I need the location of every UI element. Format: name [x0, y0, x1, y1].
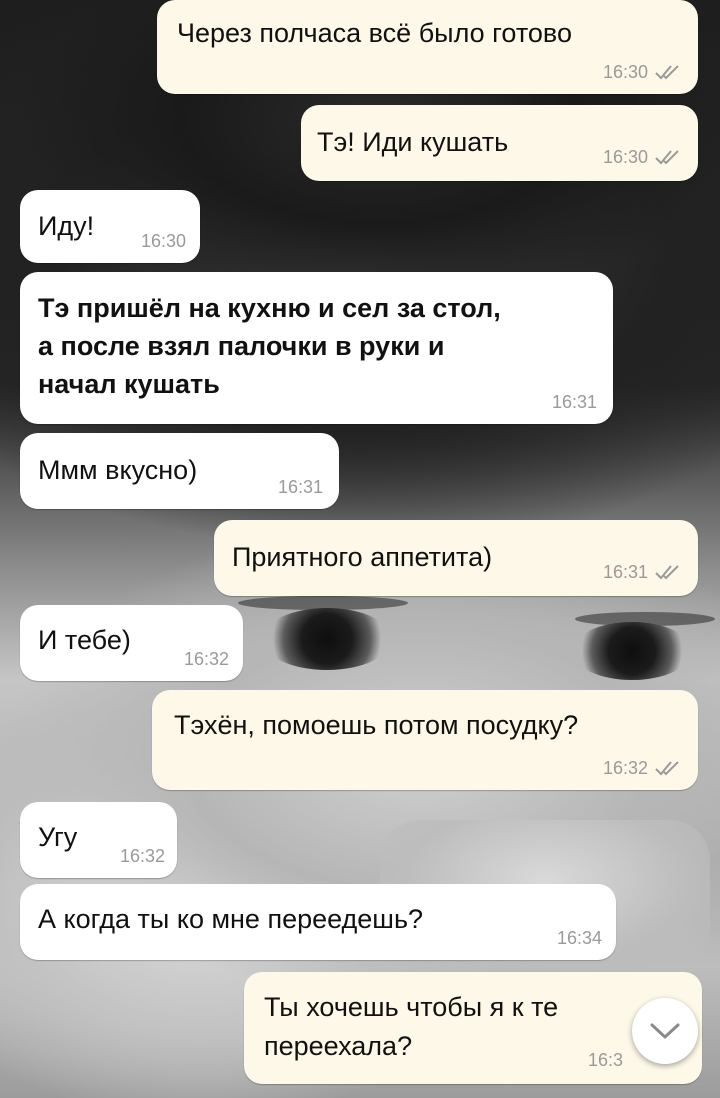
scroll-to-bottom-button[interactable]: [632, 998, 698, 1064]
message-time: 16:31: [551, 392, 597, 412]
message-bubble-outgoing[interactable]: Приятного аппетита) 16:31: [214, 520, 698, 596]
message-text: И тебе): [38, 625, 131, 655]
message-text: Через полчаса всё было готово: [177, 18, 572, 48]
message-bubble-incoming[interactable]: Ммм вкусно) 16:31: [20, 433, 339, 509]
read-double-check-icon: [655, 65, 679, 80]
message-text: Приятного аппетита): [232, 542, 493, 572]
message-text: Тэхён, помоешь потом посудку?: [174, 710, 579, 740]
message-meta: 16:3: [588, 1050, 623, 1070]
message-time: 16:31: [277, 477, 323, 497]
message-time: 16:34: [556, 928, 602, 948]
message-bubble-incoming[interactable]: Тэ пришёл на кухню и сел за стол, а посл…: [20, 272, 613, 424]
message-text: Тэ! Иди кушать: [317, 127, 509, 157]
message-meta: 16:34: [557, 928, 602, 948]
message-text: Ммм вкусно): [38, 455, 198, 485]
message-meta: 16:31: [603, 562, 682, 582]
message-time: 16:30: [602, 147, 648, 167]
chevron-down-icon: [650, 1023, 680, 1039]
message-meta: 16:30: [603, 62, 682, 82]
message-time: 16:32: [183, 649, 229, 669]
message-text: А когда ты ко мне переедешь?: [38, 904, 424, 934]
message-meta: 16:32: [184, 649, 229, 669]
read-double-check-icon: [655, 150, 679, 165]
message-bubble-incoming[interactable]: А когда ты ко мне переедешь? 16:34: [20, 884, 616, 960]
message-bubble-incoming[interactable]: Иду! 16:30: [20, 190, 200, 263]
message-meta: 16:31: [278, 477, 323, 497]
message-bubble-outgoing[interactable]: Через полчаса всё было готово 16:30: [157, 0, 698, 94]
read-double-check-icon: [655, 565, 679, 580]
message-time: 16:30: [602, 62, 648, 82]
message-meta: 16:30: [603, 147, 682, 167]
message-bubble-outgoing[interactable]: Тэ! Иди кушать 16:30: [301, 105, 698, 181]
message-meta: 16:32: [120, 846, 165, 866]
read-double-check-icon: [655, 761, 679, 776]
message-bubble-incoming[interactable]: Угу 16:32: [20, 802, 177, 878]
message-text: Иду!: [38, 211, 95, 241]
message-time: 16:32: [119, 846, 165, 866]
message-time: 16:30: [140, 231, 186, 251]
message-time: 16:3: [588, 1050, 624, 1070]
message-time: 16:31: [602, 562, 648, 582]
message-meta: 16:30: [141, 231, 186, 251]
message-time: 16:32: [602, 758, 648, 778]
message-text: Тэ пришёл на кухню и сел за стол, а посл…: [38, 293, 501, 399]
message-bubble-outgoing[interactable]: Тэхён, помоешь потом посудку? 16:32: [152, 690, 698, 790]
message-meta: 16:31: [552, 392, 597, 412]
message-list[interactable]: Через полчаса всё было готово 16:30 Тэ! …: [0, 0, 720, 1098]
message-text: Угу: [38, 822, 78, 852]
message-meta: 16:32: [603, 758, 682, 778]
message-text: Ты хочешь чтобы я к те переехала?: [264, 992, 559, 1061]
message-bubble-incoming[interactable]: И тебе) 16:32: [20, 605, 243, 681]
